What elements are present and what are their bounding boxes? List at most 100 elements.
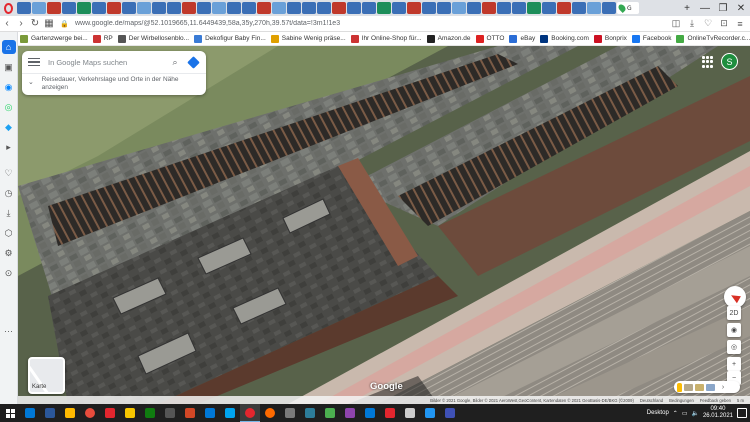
- my-location-icon[interactable]: ◎: [727, 340, 741, 354]
- browser-tab[interactable]: [407, 2, 421, 14]
- bookmark-item[interactable]: Ihr Online-Shop für...: [350, 34, 422, 43]
- browser-tab[interactable]: [152, 2, 166, 14]
- travel-info-row[interactable]: ⌄ Reisedauer, Verkehrslage und Orte in d…: [22, 73, 206, 95]
- imagery-thumbnail[interactable]: [695, 383, 704, 391]
- browser-tab[interactable]: [122, 2, 136, 14]
- taskbar-app[interactable]: [40, 404, 60, 422]
- browser-tab[interactable]: [137, 2, 151, 14]
- taskbar-app[interactable]: [300, 404, 320, 422]
- zoom-in-button[interactable]: +: [727, 357, 741, 371]
- bookmark-item[interactable]: Amazon.de: [426, 34, 471, 43]
- taskbar-app[interactable]: [380, 404, 400, 422]
- street-view-bar[interactable]: ›: [674, 381, 740, 393]
- browser-tab[interactable]: [302, 2, 316, 14]
- bookmark-item[interactable]: Booking.com: [540, 34, 589, 43]
- search-icon[interactable]: ⌕: [169, 56, 181, 68]
- taskbar-app[interactable]: [100, 404, 120, 422]
- browser-tab[interactable]: [392, 2, 406, 14]
- network-icon[interactable]: ▭: [682, 410, 688, 417]
- browser-tab[interactable]: [587, 2, 601, 14]
- browser-tab[interactable]: [467, 2, 481, 14]
- menu-icon[interactable]: [28, 57, 40, 67]
- url-field[interactable]: www.google.de/maps/@52.1019665,11.644943…: [69, 20, 670, 27]
- layers-toggle[interactable]: Karte: [28, 357, 65, 394]
- browser-tab[interactable]: [17, 2, 31, 14]
- browser-tab[interactable]: [347, 2, 361, 14]
- forward-button[interactable]: ›: [14, 17, 28, 31]
- chevron-right-icon[interactable]: ›: [717, 381, 729, 393]
- browser-tab[interactable]: [572, 2, 586, 14]
- google-apps-icon[interactable]: [702, 56, 714, 68]
- reload-button[interactable]: ↻: [28, 17, 42, 31]
- search-input[interactable]: [48, 57, 169, 67]
- country-link[interactable]: Deutschland: [640, 398, 663, 403]
- volume-icon[interactable]: 🔈: [691, 410, 698, 417]
- taskbar-app[interactable]: [420, 404, 440, 422]
- browser-tab[interactable]: [62, 2, 76, 14]
- browser-tab[interactable]: [32, 2, 46, 14]
- browser-tab[interactable]: [602, 2, 616, 14]
- taskbar-app[interactable]: [360, 404, 380, 422]
- browser-tab[interactable]: [482, 2, 496, 14]
- taskbar-app[interactable]: [440, 404, 460, 422]
- browser-tab[interactable]: [197, 2, 211, 14]
- taskbar-app[interactable]: [20, 404, 40, 422]
- speed-dial-icon[interactable]: ▦: [42, 17, 56, 31]
- bag-icon[interactable]: ▣: [2, 60, 16, 74]
- browser-tab[interactable]: [512, 2, 526, 14]
- compass-button[interactable]: [724, 286, 746, 308]
- browser-tab[interactable]: [497, 2, 511, 14]
- taskbar-app[interactable]: [200, 404, 220, 422]
- browser-tab[interactable]: [77, 2, 91, 14]
- bookmark-item[interactable]: OnlineTvRecorder.c...: [676, 34, 750, 43]
- browser-tab[interactable]: [92, 2, 106, 14]
- back-button[interactable]: ‹: [0, 17, 14, 31]
- taskbar-app[interactable]: [120, 404, 140, 422]
- browser-tab[interactable]: [317, 2, 331, 14]
- scale-bar[interactable]: 5 m: [737, 398, 744, 403]
- satellite-map[interactable]: [18, 46, 750, 404]
- desktop-label[interactable]: Desktop: [647, 410, 669, 416]
- browser-tab[interactable]: [272, 2, 286, 14]
- browser-tab[interactable]: [557, 2, 571, 14]
- imagery-thumbnail[interactable]: [706, 383, 715, 391]
- heart-icon[interactable]: ♡: [2, 166, 16, 180]
- imagery-thumbnail[interactable]: [684, 383, 693, 391]
- taskbar-app[interactable]: [140, 404, 160, 422]
- taskbar-app[interactable]: [240, 404, 260, 422]
- camera-icon[interactable]: ◫: [670, 18, 682, 30]
- whatsapp-icon[interactable]: ◎: [2, 100, 16, 114]
- feedback-link[interactable]: Feedback geben: [700, 398, 731, 403]
- taskbar-app[interactable]: [400, 404, 420, 422]
- terms-link[interactable]: Bedingungen: [669, 398, 694, 403]
- home-icon[interactable]: ⌂: [1, 40, 16, 54]
- new-tab-button[interactable]: +: [678, 0, 696, 16]
- browser-tab[interactable]: [542, 2, 556, 14]
- minimize-button[interactable]: —: [696, 0, 714, 16]
- browser-tab[interactable]: [422, 2, 436, 14]
- start-button[interactable]: [0, 404, 20, 422]
- taskbar-app[interactable]: [220, 404, 240, 422]
- taskbar-app[interactable]: [340, 404, 360, 422]
- bookmark-item[interactable]: OTTO: [475, 34, 504, 43]
- snapshot-icon[interactable]: ⊡: [718, 18, 730, 30]
- bookmark-item[interactable]: eBay: [509, 34, 535, 43]
- bookmark-item[interactable]: Bonprix: [593, 34, 627, 43]
- player-icon[interactable]: ▸: [2, 140, 16, 154]
- rotate-icon[interactable]: ◉: [727, 323, 741, 337]
- directions-button[interactable]: [187, 55, 200, 69]
- downloads-icon[interactable]: ⤓: [2, 206, 16, 220]
- taskbar-app[interactable]: [60, 404, 80, 422]
- bookmark-item[interactable]: Der Wirbellosenblo...: [117, 34, 189, 43]
- taskbar-app[interactable]: [160, 404, 180, 422]
- taskbar-app[interactable]: [260, 404, 280, 422]
- active-tab-google-maps[interactable]: G: [617, 2, 639, 14]
- browser-tab[interactable]: [107, 2, 121, 14]
- browser-tab[interactable]: [437, 2, 451, 14]
- bookmark-item[interactable]: RP: [92, 34, 113, 43]
- settings-icon[interactable]: ⚙: [2, 246, 16, 260]
- browser-tab[interactable]: [227, 2, 241, 14]
- browser-tab[interactable]: [287, 2, 301, 14]
- taskbar-app[interactable]: [320, 404, 340, 422]
- close-button[interactable]: ✕: [732, 0, 750, 16]
